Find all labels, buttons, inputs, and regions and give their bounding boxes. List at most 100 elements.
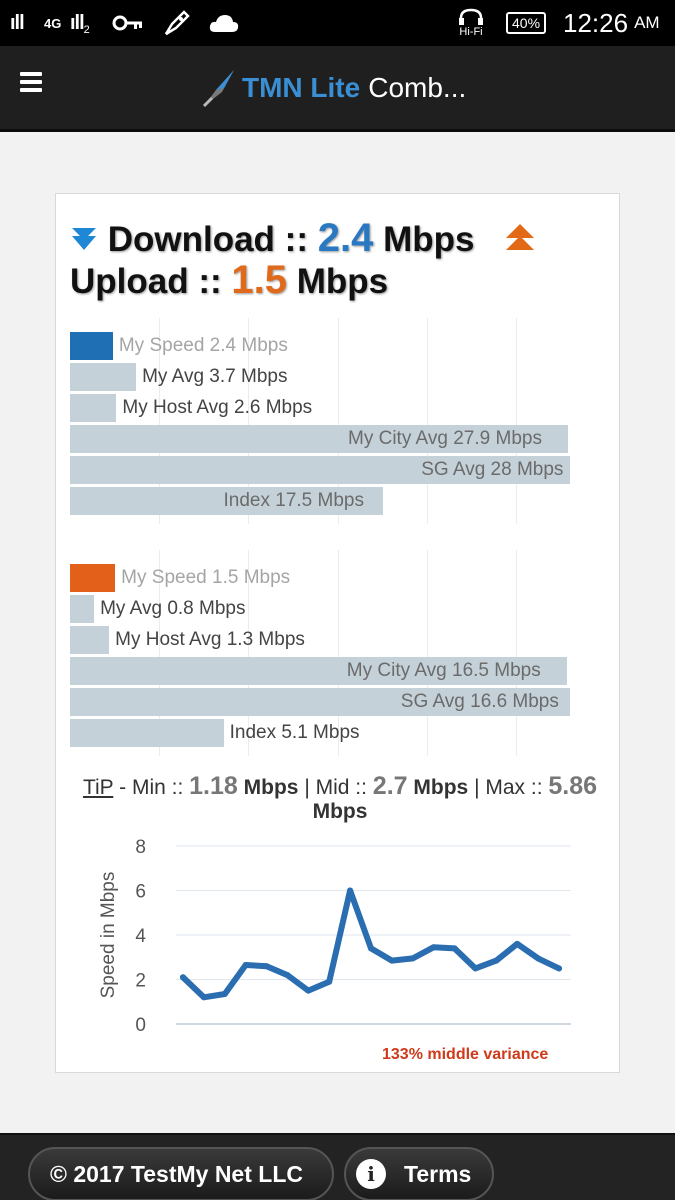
upload-summary: Upload :: 1.5 Mbps — [70, 258, 388, 303]
battery-level: 40% — [506, 12, 547, 34]
battery-indicator: 40% — [506, 0, 547, 46]
tip-max-value: 5.86 — [548, 772, 598, 800]
clock-time: 12:26 — [563, 7, 629, 38]
speed-data-point — [305, 987, 312, 994]
speed-data-point — [242, 962, 249, 969]
upload-value: 1.5 — [231, 258, 287, 302]
download-unit: Mbps — [383, 220, 475, 259]
speed-data-point — [200, 994, 207, 1001]
tip-min-unit: Mbps — [243, 776, 299, 799]
download-summary: Download :: 2.4 Mbps — [70, 216, 536, 261]
clock: 12:26 AM — [563, 0, 660, 46]
bar — [70, 394, 117, 422]
vpn-key-icon — [112, 0, 144, 46]
tip-min-value: 1.18 — [189, 772, 238, 800]
upload-unit: Mbps — [296, 262, 389, 301]
copyright-text: © 2017 TestMy Net LLC — [50, 1160, 303, 1187]
copyright-button[interactable]: © 2017 TestMy Net LLC — [28, 1147, 334, 1200]
title-rest: Comb... — [368, 72, 467, 103]
clock-ampm: AM — [634, 13, 660, 32]
tip-max-unit: Mbps — [312, 800, 368, 823]
bar-row: My Avg 3.7 Mbps — [70, 363, 570, 391]
speed-data-point — [180, 974, 186, 981]
speed-data-point — [388, 957, 395, 964]
upload-label: Upload :: — [70, 262, 222, 301]
speed-data-point — [368, 945, 374, 952]
speed-data-point — [430, 944, 437, 951]
signal-strength-1: ıll — [10, 11, 25, 34]
bar-label: My City Avg 27.9 Mbps — [348, 428, 542, 449]
terms-button[interactable]: i Terms — [344, 1147, 494, 1200]
download-comparison-chart: My Speed 2.4 Mbps My Avg 3.7 Mbps My Host … — [70, 318, 590, 524]
bar-label: My Avg 0.8 Mbps — [100, 598, 246, 619]
speed-data-point — [409, 955, 416, 962]
info-icon: i — [356, 1159, 386, 1189]
signal-icon: ıll — [10, 0, 25, 46]
app-bar: TMN Lite Comb... — [0, 46, 675, 132]
bar-label: My Avg 3.7 Mbps — [142, 366, 288, 387]
bar-row: My Speed 2.4 Mbps — [70, 332, 570, 360]
sim-label: 2 — [83, 24, 90, 36]
speed-series-line — [180, 887, 562, 1001]
speed-data-point — [535, 955, 542, 962]
tip-mid-label: | Mid :: — [298, 776, 373, 799]
tip-mid-value: 2.7 — [372, 772, 408, 800]
bar-row: SG Avg 16.6 Mbps — [70, 688, 570, 716]
bar-row: My City Avg 16.5 Mbps — [70, 657, 570, 685]
upload-arrow-icon — [506, 224, 535, 250]
bar — [70, 719, 224, 747]
bar-row: My City Avg 27.9 Mbps — [70, 425, 570, 453]
speed-data-point — [263, 963, 270, 970]
download-label: Download :: — [107, 220, 308, 259]
y-axis-label: Speed in Mbps — [98, 872, 119, 999]
status-bar: ıll 4G ıll 2 Hi-Fi 40% 12:26 AM — [0, 0, 675, 46]
tmn-logo-icon — [202, 70, 234, 108]
bar-row: My Speed 1.5 Mbps — [70, 564, 570, 592]
signal-strength-2: ıll — [70, 11, 85, 34]
upload-comparison-chart: My Speed 1.5 Mbps My Avg 0.8 Mbps My Host … — [70, 550, 590, 756]
y-tick-label: 8 — [135, 837, 146, 858]
speed-line-chart: 0 2 4 6 8 Speed in Mbps — [98, 837, 571, 1036]
footer-bar: © 2017 TestMy Net LLC i Terms — [0, 1133, 675, 1200]
speed-data-point — [472, 965, 479, 972]
bar-label: My City Avg 16.5 Mbps — [346, 660, 541, 681]
hamburger-menu-icon[interactable] — [20, 72, 44, 94]
network-type: 4G — [44, 15, 62, 31]
bar — [70, 332, 113, 360]
bar-row: My Host Avg 1.3 Mbps — [70, 626, 570, 654]
speed-data-point — [347, 887, 354, 894]
results-card: Download :: 2.4 Mbps Upload :: 1.5 Mbps … — [55, 193, 620, 1073]
tip-stats: TiP - Min :: 1.18 Mbps | Mid :: 2.7 Mbps… — [70, 774, 610, 824]
download-arrow-icon — [72, 228, 96, 250]
cloud-icon — [208, 0, 240, 46]
signal-icon-2: ıll 2 — [70, 0, 90, 46]
y-tick-label: 2 — [135, 971, 146, 992]
hifi-label: Hi-Fi — [459, 26, 483, 38]
variance-note: 133% middle variance — [382, 1046, 549, 1063]
bar — [70, 626, 110, 654]
bar-row: Index 5.1 Mbps — [70, 719, 570, 747]
bar-label: Index 5.1 Mbps — [229, 722, 360, 743]
terms-label: Terms — [404, 1160, 472, 1187]
tip-max-label: | Max :: — [468, 776, 549, 799]
headphones-hifi-icon: Hi-Fi — [458, 0, 484, 46]
speed-data-point — [451, 945, 458, 952]
speed-data-point — [221, 990, 228, 997]
tip-link[interactable]: TiP — [83, 776, 113, 799]
bar — [70, 595, 95, 623]
speed-data-point — [514, 940, 521, 947]
speedtest-rocket-icon — [162, 0, 192, 46]
bar-row: Index 17.5 Mbps — [70, 487, 570, 515]
bar-label: SG Avg 28 Mbps — [421, 459, 564, 480]
tip-min-label: - Min :: — [113, 776, 190, 799]
bar-row: My Host Avg 2.6 Mbps — [70, 394, 570, 422]
speed-data-point — [326, 978, 333, 985]
bar-label: My Host Avg 1.3 Mbps — [115, 629, 305, 650]
tip-mid-unit: Mbps — [413, 776, 469, 799]
bar-row: SG Avg 28 Mbps — [70, 456, 570, 484]
bar-label: Index 17.5 Mbps — [223, 490, 364, 511]
bar-label: SG Avg 16.6 Mbps — [400, 691, 559, 712]
bar — [70, 363, 137, 391]
y-tick-label: 4 — [135, 926, 146, 947]
speed-data-point — [493, 957, 500, 964]
